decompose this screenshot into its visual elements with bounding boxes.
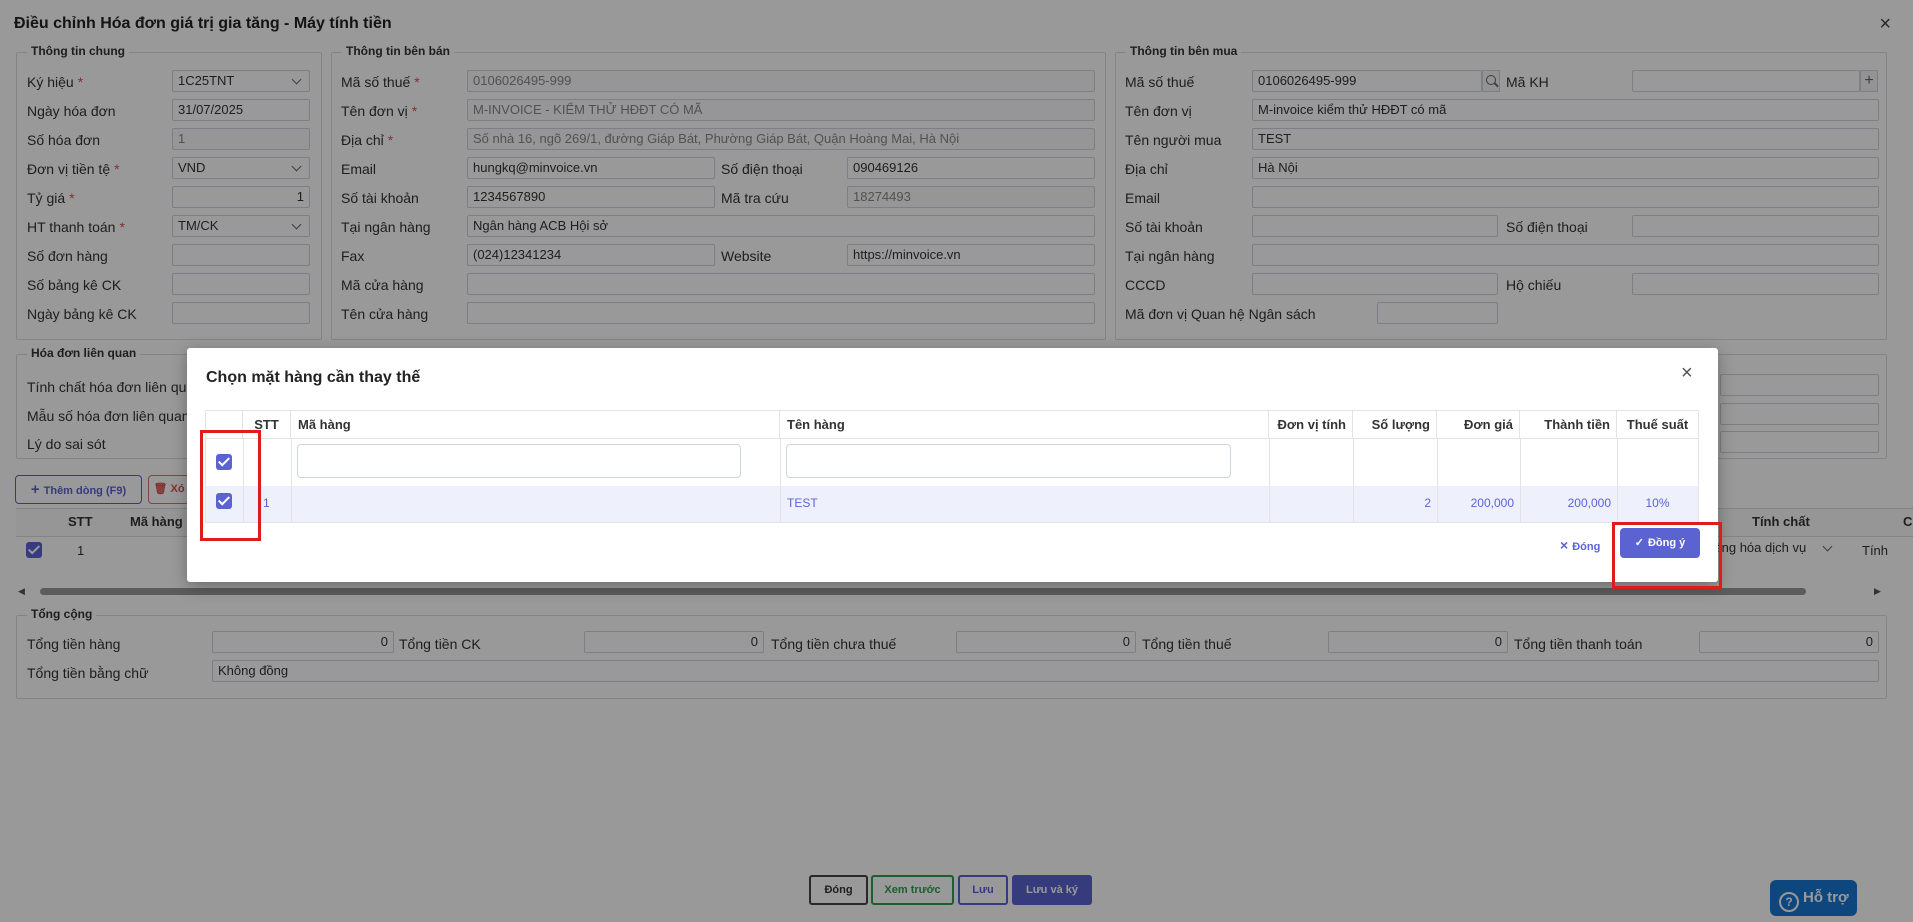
select-item-modal: Chọn mặt hàng cần thay thế × STT Mã hàng… (187, 348, 1718, 582)
modal-col-thue-suat: Thuế suất (1626, 417, 1689, 432)
highlight-ok-button (1612, 522, 1722, 589)
modal-col-so-luong: Số lượng (1353, 411, 1437, 438)
modal-close-button[interactable]: × Đóng (1560, 534, 1600, 556)
modal-row-don-gia: 200,000 (1470, 496, 1514, 510)
modal-row-stt: 1 (263, 496, 270, 510)
modal-col-don-gia: Đơn giá (1437, 411, 1520, 438)
close-icon: × (1560, 537, 1569, 553)
modal-row-thue-suat: 10% (1645, 496, 1670, 510)
modal-col-ten-hang: Tên hàng (780, 411, 1269, 438)
modal-col-dvt: Đơn vị tính (1269, 411, 1353, 438)
modal-close-icon[interactable]: × (1681, 362, 1693, 385)
filter-ma-hang-input[interactable] (297, 444, 741, 478)
modal-row-ten-hang: TEST (787, 496, 818, 510)
modal-row-thanh-tien: 200,000 (1567, 496, 1611, 510)
filter-ten-hang-input[interactable] (786, 444, 1231, 478)
highlight-checkbox-column (200, 430, 261, 541)
modal-row-so-luong: 2 (1424, 496, 1431, 510)
modal-title: Chọn mặt hàng cần thay thế (206, 369, 421, 386)
modal-col-thanh-tien: Thành tiền (1520, 411, 1617, 438)
modal-col-ma-hang: Mã hàng (291, 411, 780, 438)
